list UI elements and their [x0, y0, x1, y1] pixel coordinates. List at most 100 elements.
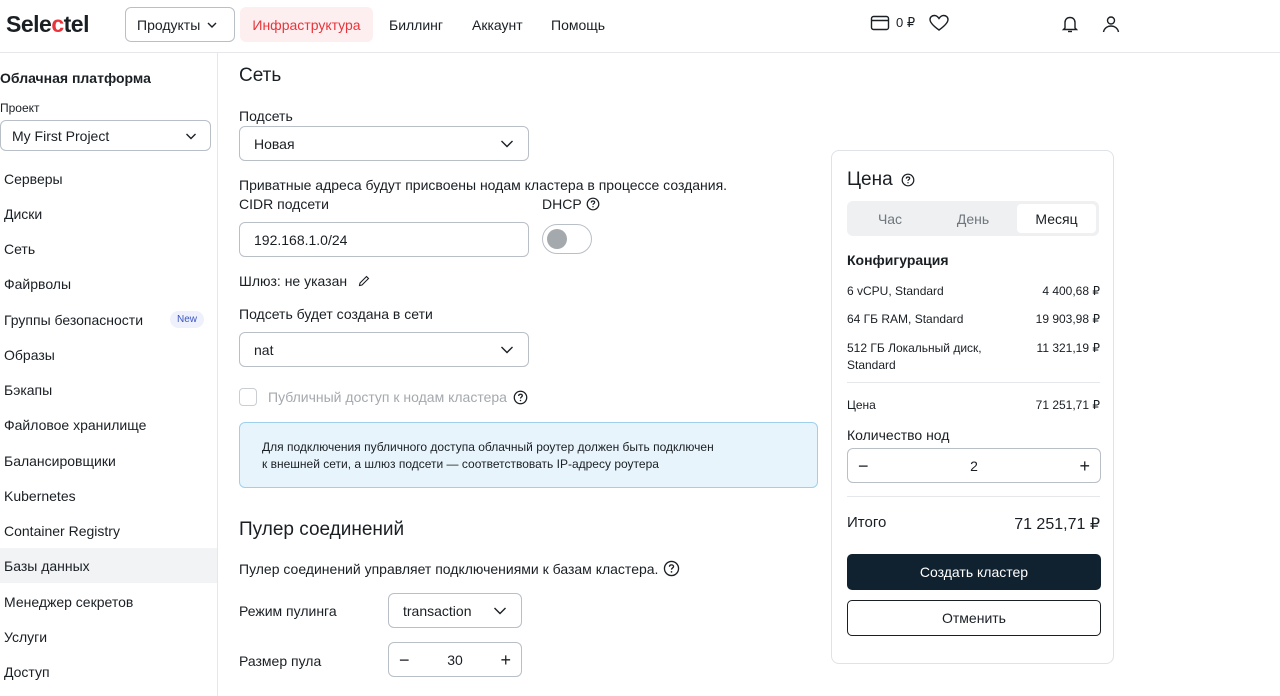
sidebar-item-kubernetes[interactable]: Kubernetes: [0, 478, 217, 513]
dhcp-toggle[interactable]: [542, 224, 592, 254]
sidebar-item-servers[interactable]: Серверы: [0, 161, 217, 196]
pool-mode-value: transaction: [403, 602, 472, 619]
period-hour[interactable]: Час: [850, 204, 930, 233]
nav-account[interactable]: Аккаунт: [472, 7, 523, 42]
balance-value: 0 ₽: [896, 15, 916, 30]
cancel-button[interactable]: Отменить: [847, 600, 1101, 636]
sidebar-item-container-registry[interactable]: Container Registry: [0, 513, 217, 548]
pencil-icon[interactable]: [357, 274, 371, 288]
dhcp-label: DHCP: [542, 196, 582, 212]
pool-size-stepper: − 30 +: [388, 642, 522, 677]
config-line-name-cont: Standard: [847, 358, 896, 372]
nodes-increment[interactable]: +: [1079, 455, 1090, 477]
sidebar-item-disks[interactable]: Диски: [0, 196, 217, 231]
subnet-select[interactable]: Новая: [239, 126, 529, 161]
project-label: Проект: [0, 101, 40, 115]
price-card: Цена Час День Месяц Конфигурация 6 vCPU,…: [831, 150, 1114, 664]
sidebar-item-databases[interactable]: Базы данных: [0, 548, 217, 583]
dhcp-label-group: DHCP: [542, 196, 600, 212]
total-value: 71 251,71 ₽: [1014, 516, 1100, 533]
chevron-down-icon: [494, 607, 506, 614]
price-row: Цена 71 251,71 ₽: [847, 398, 1100, 412]
gateway-text: Шлюз: не указан: [239, 273, 348, 289]
heart-icon[interactable]: [929, 14, 949, 32]
public-access-info: Для подключения публичного доступа облач…: [239, 422, 818, 488]
network-section-title: Сеть: [239, 65, 282, 86]
top-header: Selectel Продукты Инфраструктура Биллинг…: [0, 0, 1280, 53]
total-row: Итого 71 251,71 ₽: [847, 514, 1100, 533]
chevron-down-icon: [207, 22, 217, 28]
total-label: Итого: [847, 514, 887, 531]
chevron-down-icon: [186, 133, 196, 140]
selectel-logo[interactable]: Selectel: [6, 11, 89, 38]
pool-size-value[interactable]: 30: [447, 652, 463, 668]
period-day[interactable]: День: [933, 204, 1013, 233]
price-value: 71 251,71 ₽: [1035, 398, 1100, 412]
chevron-down-icon: [501, 346, 513, 353]
network-label: Подсеть будет создана в сети: [239, 306, 433, 322]
period-month[interactable]: Месяц: [1017, 204, 1096, 233]
wallet-icon: [870, 15, 890, 31]
user-icon[interactable]: [1100, 13, 1122, 35]
pool-size-label: Размер пула: [239, 653, 322, 669]
sidebar-item-file-storage[interactable]: Файловое хранилище: [0, 407, 217, 442]
project-value: My First Project: [12, 127, 110, 144]
sidebar-item-label: Группы безопасности: [4, 311, 144, 328]
nodes-label: Количество нод: [847, 427, 950, 443]
sidebar-item-security-groups[interactable]: Группы безопасности New: [0, 302, 217, 337]
config-line-value: 11 321,19 ₽: [1036, 341, 1100, 355]
config-line-name: 6 vCPU, Standard: [847, 284, 944, 298]
nodes-decrement[interactable]: −: [858, 455, 869, 477]
products-dropdown[interactable]: Продукты: [125, 7, 235, 42]
network-select[interactable]: nat: [239, 332, 529, 367]
subnet-label: Подсеть: [239, 108, 293, 124]
sidebar-item-network[interactable]: Сеть: [0, 231, 217, 266]
new-badge: New: [170, 311, 205, 328]
sidebar-item-firewalls[interactable]: Файрволы: [0, 266, 217, 301]
private-addresses-note: Приватные адреса будут присвоены нодам к…: [239, 177, 728, 193]
pooler-description: Пулер соединений управляет подключениями…: [239, 560, 659, 577]
sidebar-item-images[interactable]: Образы: [0, 337, 217, 372]
subnet-value: Новая: [254, 135, 295, 152]
info-line-1: Для подключения публичного доступа облач…: [262, 440, 714, 454]
nodes-stepper: − 2 +: [847, 448, 1101, 483]
nav-billing[interactable]: Биллинг: [389, 7, 443, 42]
public-access-row: Публичный доступ к нодам кластера: [268, 389, 528, 405]
nav-help[interactable]: Помощь: [551, 7, 605, 42]
pooler-section-title: Пулер соединений: [239, 519, 405, 540]
price-card-header: Цена: [847, 169, 915, 191]
config-line-disk: 512 ГБ Локальный диск, Standard 11 321,1…: [847, 340, 1100, 374]
sidebar-item-backups[interactable]: Бэкапы: [0, 372, 217, 407]
period-selector: Час День Месяц: [847, 201, 1099, 236]
pool-mode-select[interactable]: transaction: [388, 593, 522, 628]
sidebar-item-secrets-manager[interactable]: Менеджер секретов: [0, 584, 217, 619]
config-line-value: 4 400,68 ₽: [1042, 284, 1100, 298]
help-icon[interactable]: [513, 390, 528, 405]
sidebar-title: Облачная платформа: [0, 70, 151, 86]
balance-button[interactable]: 0 ₽: [870, 14, 949, 32]
help-icon[interactable]: [663, 560, 680, 577]
sidebar-item-services[interactable]: Услуги: [0, 619, 217, 654]
info-line-2: к внешней сети, а шлюз подсети — соответ…: [262, 457, 659, 471]
create-cluster-button[interactable]: Создать кластер: [847, 554, 1101, 590]
config-title: Конфигурация: [847, 252, 949, 268]
public-access-checkbox[interactable]: [239, 388, 257, 406]
cidr-input[interactable]: 192.168.1.0/24: [239, 222, 529, 257]
config-line-ram: 64 ГБ RAM, Standard 19 903,98 ₽: [847, 312, 1100, 326]
help-icon[interactable]: [901, 173, 915, 187]
pool-size-increment[interactable]: +: [500, 649, 511, 671]
nodes-value[interactable]: 2: [970, 458, 978, 474]
sidebar-item-access[interactable]: Доступ: [0, 654, 217, 689]
pool-size-decrement[interactable]: −: [399, 649, 410, 671]
project-select[interactable]: My First Project: [0, 120, 211, 151]
bell-icon[interactable]: [1059, 13, 1081, 35]
sidebar-item-load-balancers[interactable]: Балансировщики: [0, 443, 217, 478]
help-icon[interactable]: [586, 197, 600, 211]
nav-infrastructure[interactable]: Инфраструктура: [240, 7, 373, 42]
price-title: Цена: [847, 169, 893, 190]
divider: [847, 382, 1100, 383]
sidebar: Облачная платформа Проект My First Proje…: [0, 53, 218, 696]
toggle-knob: [547, 229, 567, 249]
pooler-description-row: Пулер соединений управляет подключениями…: [239, 560, 680, 577]
products-label: Продукты: [137, 16, 201, 33]
